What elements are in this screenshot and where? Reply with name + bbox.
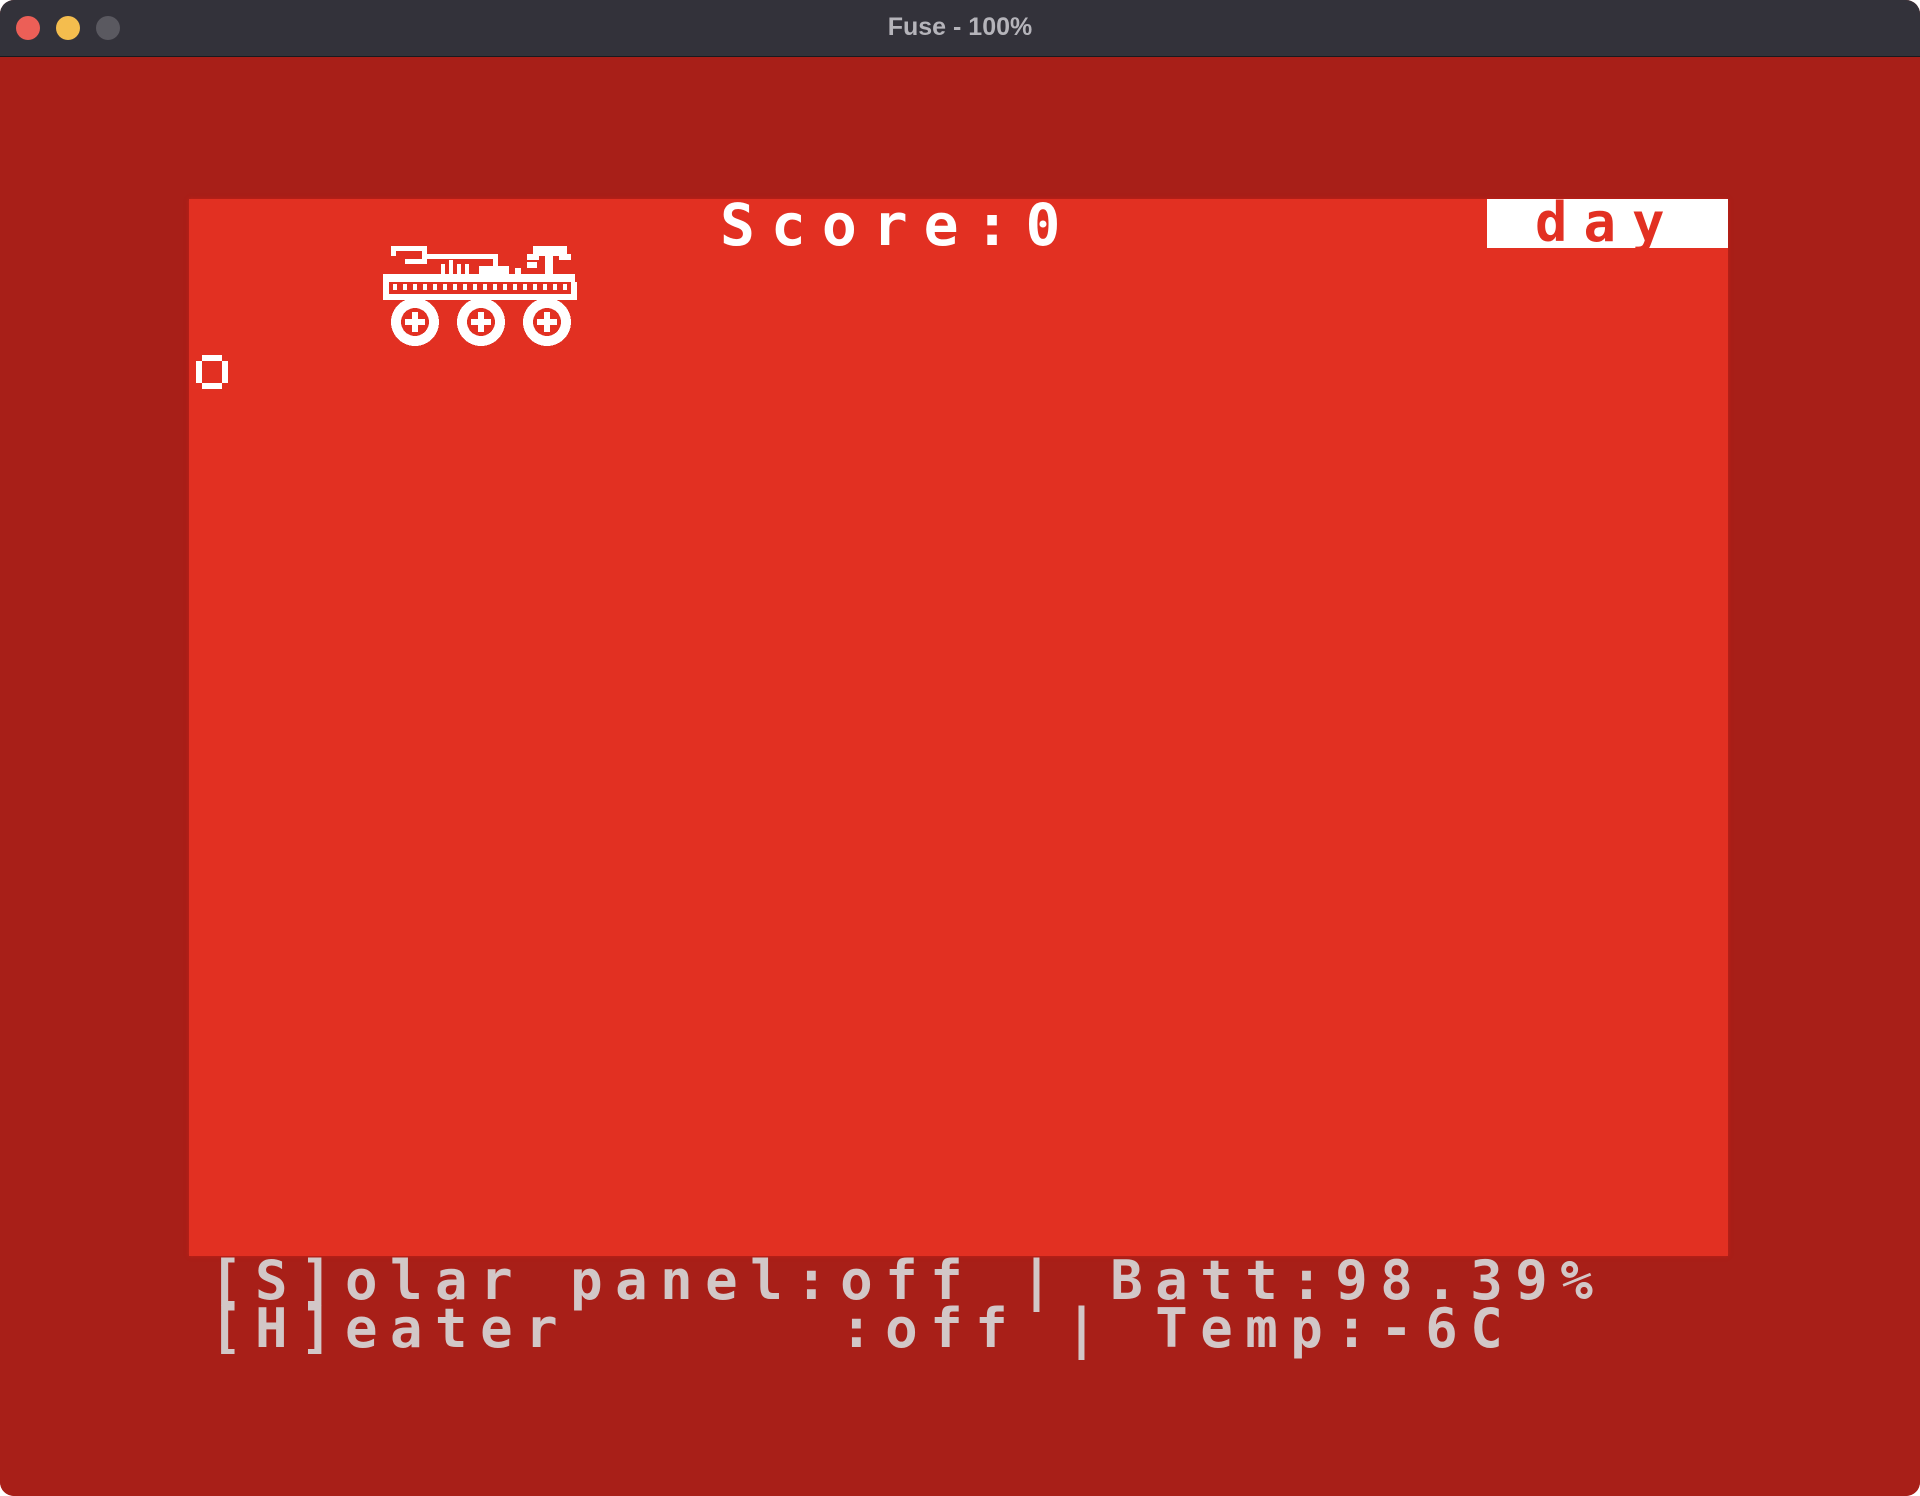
status-heater-temperature: [H]eater :off | Temp:-6C bbox=[210, 1297, 1516, 1360]
score-label: Score:0 bbox=[720, 191, 1077, 259]
rock-sample-icon bbox=[196, 355, 228, 389]
window-title: Fuse - 100% bbox=[887, 13, 1033, 41]
app-window: Fuse - 100% Score:0 day [S]olar panel:of… bbox=[0, 0, 1920, 1496]
title-bar: Fuse - 100% bbox=[0, 0, 1920, 57]
game-screen[interactable] bbox=[189, 199, 1728, 1256]
day-night-label: day bbox=[1535, 191, 1681, 254]
rover-sprite-icon bbox=[383, 246, 577, 346]
